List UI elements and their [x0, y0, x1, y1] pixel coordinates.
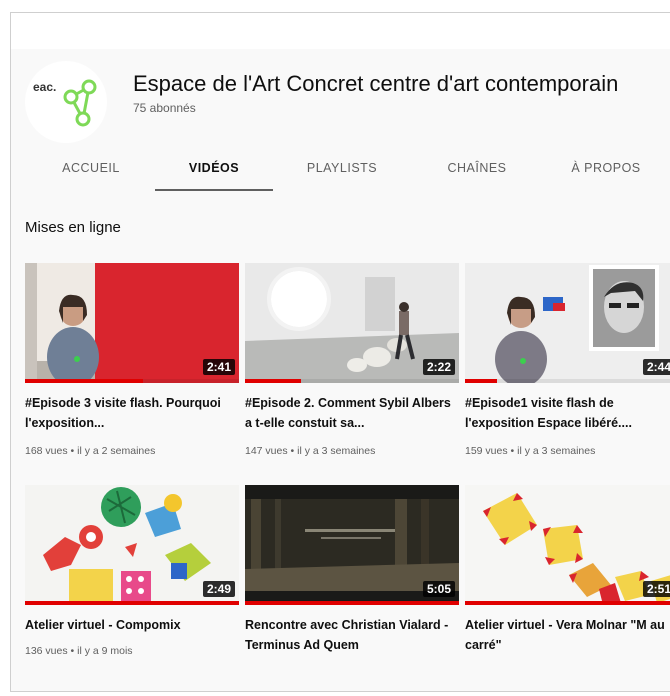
video-card[interactable]: 2:51 Atelier virtuel - Vera Molnar "M au… — [465, 485, 670, 675]
video-meta: 147 vues • il y a 3 semaines — [245, 445, 376, 457]
video-duration: 5:05 — [422, 581, 455, 597]
channel-title: Espace de l'Art Concret centre d'art con… — [133, 71, 619, 96]
video-thumbnail[interactable]: 2:44 — [465, 263, 670, 383]
video-title[interactable]: Rencontre avec Christian Vialard - Termi… — [245, 615, 455, 655]
tab-chaines[interactable]: CHAÎNES — [427, 153, 527, 191]
video-duration: 2:49 — [202, 581, 235, 597]
tab-a-propos[interactable]: À PROPOS — [551, 153, 661, 191]
video-title[interactable]: Atelier virtuel - Compomix — [25, 615, 235, 635]
logo-text: eac. — [33, 80, 56, 94]
video-card[interactable]: 2:49 Atelier virtuel - Compomix 136 vues… — [25, 485, 239, 675]
video-card[interactable]: 2:44 #Episode1 visite flash de l'exposit… — [465, 263, 670, 463]
watch-progress-bar — [25, 601, 239, 605]
video-card[interactable]: 2:22 #Episode 2. Comment Sybil Albers a … — [245, 263, 459, 463]
watch-progress-bar — [465, 379, 498, 383]
youtube-channel-page: eac. Espace de l'Art Concret centre d'ar… — [10, 12, 670, 692]
video-duration: 2:51 — [642, 581, 670, 597]
video-meta: 168 vues • il y a 2 semaines — [25, 445, 156, 457]
thumbnail-image — [465, 263, 670, 383]
watch-progress-bar — [245, 601, 459, 605]
video-thumbnail[interactable]: 2:49 — [25, 485, 239, 605]
video-thumbnail[interactable]: 2:22 — [245, 263, 459, 383]
watch-progress-bar — [25, 379, 143, 383]
watch-progress-bar — [245, 379, 301, 383]
video-meta: 159 vues • il y a 3 semaines — [465, 445, 596, 457]
active-tab-indicator — [155, 189, 273, 191]
thumbnail-image — [465, 485, 670, 605]
video-title[interactable]: #Episode 3 visite flash. Pourquoi l'expo… — [25, 393, 235, 433]
video-title[interactable]: #Episode1 visite flash de l'exposition E… — [465, 393, 670, 433]
channel-avatar[interactable]: eac. — [25, 61, 107, 143]
video-duration: 2:44 — [642, 359, 670, 375]
top-bar — [11, 13, 670, 49]
video-thumbnail[interactable]: 5:05 — [245, 485, 459, 605]
video-thumbnail[interactable]: 2:41 — [25, 263, 239, 383]
subscriber-count: 75 abonnés — [133, 101, 196, 115]
video-thumbnail[interactable]: 2:51 — [465, 485, 670, 605]
tab-accueil[interactable]: ACCUEIL — [41, 153, 141, 191]
video-title[interactable]: Atelier virtuel - Vera Molnar "M au carr… — [465, 615, 670, 655]
video-meta: 136 vues • il y a 9 mois — [25, 645, 133, 657]
channel-tabs: ACCUEIL VIDÉOS PLAYLISTS CHAÎNES À PROPO… — [11, 153, 670, 191]
video-duration: 2:41 — [202, 359, 235, 375]
video-card[interactable]: 5:05 Rencontre avec Christian Vialard - … — [245, 485, 459, 675]
eac-logo-icon: eac. — [33, 79, 97, 127]
video-title[interactable]: #Episode 2. Comment Sybil Albers a t-ell… — [245, 393, 455, 433]
video-duration: 2:22 — [422, 359, 455, 375]
watch-progress-bar — [465, 601, 670, 605]
video-card[interactable]: 2:41 #Episode 3 visite flash. Pourquoi l… — [25, 263, 239, 463]
channel-header: eac. Espace de l'Art Concret centre d'ar… — [11, 49, 670, 191]
tab-playlists[interactable]: PLAYLISTS — [287, 153, 397, 191]
tab-videos[interactable]: VIDÉOS — [155, 153, 273, 191]
section-title: Mises en ligne — [25, 219, 121, 236]
